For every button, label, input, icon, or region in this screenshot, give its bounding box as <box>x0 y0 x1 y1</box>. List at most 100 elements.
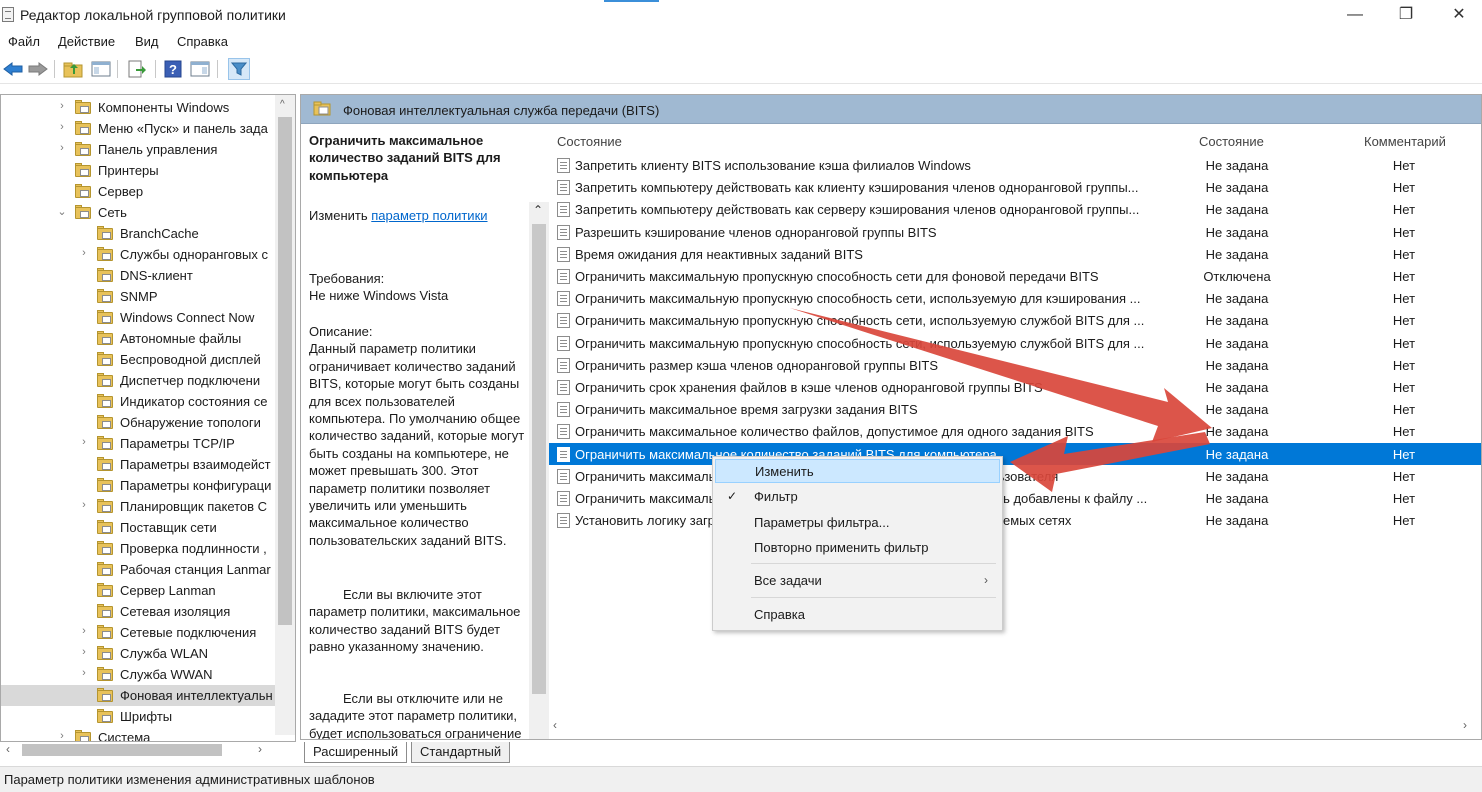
table-row[interactable]: Ограничить размер кэша членов однорангов… <box>549 354 1481 376</box>
list-horizontal-scrollbar[interactable]: ‹ › <box>549 718 1481 736</box>
column-setting[interactable]: Состояние <box>557 134 622 149</box>
tree-item[interactable]: Обнаружение топологи <box>1 412 275 433</box>
menu-item-filter[interactable]: ✓ Фильтр <box>715 485 1000 509</box>
menu-item-reapply-filter[interactable]: Повторно применить фильтр <box>715 536 1000 560</box>
scroll-up-icon[interactable]: ^ <box>280 99 285 110</box>
help-icon[interactable]: ? <box>162 58 184 80</box>
tab-extended[interactable]: Расширенный <box>304 742 408 763</box>
column-state[interactable]: Состояние <box>1199 134 1264 149</box>
menu-item-filter-options[interactable]: Параметры фильтра... <box>715 511 1000 535</box>
table-row[interactable]: Запретить компьютеру действовать как кли… <box>549 176 1481 198</box>
menu-item-all-tasks[interactable]: Все задачи › <box>715 569 1000 593</box>
chevron-right-icon[interactable]: › <box>79 247 89 261</box>
menu-view[interactable]: Вид <box>135 34 159 49</box>
tree-pane[interactable]: › Компоненты Windows › Меню «Пуск» и панель… <box>0 94 296 742</box>
restore-button[interactable]: ❐ <box>1383 0 1429 30</box>
back-arrow-icon[interactable] <box>2 58 24 80</box>
table-row[interactable]: Ограничить максимальную пропускную спосо… <box>549 309 1481 331</box>
tree-item[interactable]: Windows Connect Now <box>1 307 275 328</box>
tree-item[interactable]: Фоновая интеллектуальн <box>1 685 275 706</box>
menu-help[interactable]: Справка <box>177 34 228 49</box>
tree-item[interactable]: Автономные файлы <box>1 328 275 349</box>
chevron-right-icon[interactable]: › <box>79 436 89 450</box>
show-hide-tree-icon[interactable] <box>90 58 112 80</box>
tree-item[interactable]: ⌄ Сеть <box>1 202 275 223</box>
tree-horizontal-scrollbar[interactable]: ‹ › <box>0 740 296 760</box>
table-row[interactable]: Запретить клиенту BITS использование кэш… <box>549 154 1481 176</box>
tree-item[interactable]: Сетевая изоляция <box>1 601 275 622</box>
tree-item[interactable]: Беспроводной дисплей <box>1 349 275 370</box>
table-row[interactable]: Ограничить максимальное количество задан… <box>549 465 1481 487</box>
tree-item[interactable]: › Панель управления <box>1 139 275 160</box>
menu-action[interactable]: Действие <box>58 34 115 49</box>
menu-item-help[interactable]: Справка <box>715 603 1000 627</box>
menu-item-edit[interactable]: Изменить <box>715 459 1000 483</box>
tree-item[interactable]: › Служба WLAN <box>1 643 275 664</box>
table-row[interactable]: Ограничить максимальную пропускную спосо… <box>549 332 1481 354</box>
close-button[interactable]: ✕ <box>1436 0 1482 30</box>
description-scroll-thumb[interactable] <box>532 224 546 694</box>
tree-item[interactable]: BranchCache <box>1 223 275 244</box>
column-comment[interactable]: Комментарий <box>1364 134 1446 149</box>
tree-item[interactable]: › Меню «Пуск» и панель зада <box>1 118 275 139</box>
chevron-up-icon[interactable]: ⌃ <box>533 202 543 219</box>
folder-icon <box>97 394 114 408</box>
chevron-right-icon[interactable]: › <box>57 142 67 156</box>
chevron-right-icon[interactable]: › <box>57 121 67 135</box>
tree-item[interactable]: DNS-клиент <box>1 265 275 286</box>
chevron-right-icon[interactable]: › <box>79 667 89 681</box>
chevron-down-icon[interactable]: ⌄ <box>57 205 67 219</box>
properties-icon[interactable] <box>189 58 211 80</box>
table-row[interactable]: Разрешить кэширование членов однорангово… <box>549 221 1481 243</box>
tree-item[interactable]: › Параметры TCP/IP <box>1 433 275 454</box>
tree-item[interactable]: Проверка подлинности , <box>1 538 275 559</box>
tree-item[interactable]: Сервер Lanman <box>1 580 275 601</box>
scroll-right-icon[interactable]: › <box>1463 718 1467 732</box>
table-row[interactable]: Ограничить срок хранения файлов в кэше ч… <box>549 376 1481 398</box>
edit-policy-link[interactable]: параметр политики <box>371 208 487 223</box>
tree-item[interactable]: Шрифты <box>1 706 275 727</box>
tree-item[interactable]: Рабочая станция Lanmar <box>1 559 275 580</box>
table-row[interactable]: Ограничить максимальное количество задан… <box>549 443 1481 465</box>
tree-item[interactable]: › Служба WWAN <box>1 664 275 685</box>
table-row[interactable]: Ограничить максимальное время загрузки з… <box>549 398 1481 420</box>
scroll-right-icon[interactable]: › <box>258 742 262 756</box>
tree-item[interactable]: › Сетевые подключения <box>1 622 275 643</box>
tree-item[interactable]: Сервер <box>1 181 275 202</box>
tree-item[interactable]: Поставщик сети <box>1 517 275 538</box>
filter-icon[interactable] <box>228 58 250 80</box>
tree-hscroll-thumb[interactable] <box>22 744 222 756</box>
chevron-right-icon[interactable]: › <box>57 100 67 114</box>
tree-item[interactable]: Диспетчер подключени <box>1 370 275 391</box>
table-row[interactable]: Время ожидания для неактивных заданий BI… <box>549 243 1481 265</box>
scroll-left-icon[interactable]: ‹ <box>553 718 557 732</box>
menu-file[interactable]: Файл <box>8 34 40 49</box>
tree-item[interactable]: Параметры взаимодейст <box>1 454 275 475</box>
tree-item[interactable]: › Планировщик пакетов С <box>1 496 275 517</box>
chevron-right-icon[interactable]: › <box>79 625 89 639</box>
title-bar[interactable]: Редактор локальной групповой политики — … <box>0 0 1482 30</box>
tree-scroll-thumb[interactable] <box>278 117 292 625</box>
table-row[interactable]: Ограничить максимальную пропускную спосо… <box>549 287 1481 309</box>
tree-item[interactable]: Принтеры <box>1 160 275 181</box>
tree-item[interactable]: Индикатор состояния се <box>1 391 275 412</box>
tab-standard[interactable]: Стандартный <box>411 742 511 763</box>
table-row[interactable]: Ограничить максимальное количество файло… <box>549 420 1481 442</box>
tree-item[interactable]: SNMP <box>1 286 275 307</box>
table-row[interactable]: Ограничить максимальную пропускную спосо… <box>549 265 1481 287</box>
up-folder-icon[interactable] <box>62 58 84 80</box>
chevron-right-icon[interactable]: › <box>79 499 89 513</box>
scroll-left-icon[interactable]: ‹ <box>6 742 10 756</box>
tree-vertical-scrollbar[interactable]: ^ <box>275 95 295 735</box>
chevron-right-icon[interactable]: › <box>79 646 89 660</box>
table-row[interactable]: Установить логику загрузки заданий BITS … <box>549 509 1481 531</box>
table-row[interactable]: Ограничить максимальное количество диапа… <box>549 487 1481 509</box>
forward-arrow-icon[interactable] <box>27 58 49 80</box>
tree-item[interactable]: › Службы одноранговых с <box>1 244 275 265</box>
minimize-button[interactable]: — <box>1332 0 1378 30</box>
tree-item[interactable]: Параметры конфигураци <box>1 475 275 496</box>
export-list-icon[interactable] <box>126 58 148 80</box>
description-scrollbar[interactable]: ⌃ ⌄ <box>529 202 549 739</box>
table-row[interactable]: Запретить компьютеру действовать как сер… <box>549 198 1481 220</box>
tree-item[interactable]: › Компоненты Windows <box>1 97 275 118</box>
